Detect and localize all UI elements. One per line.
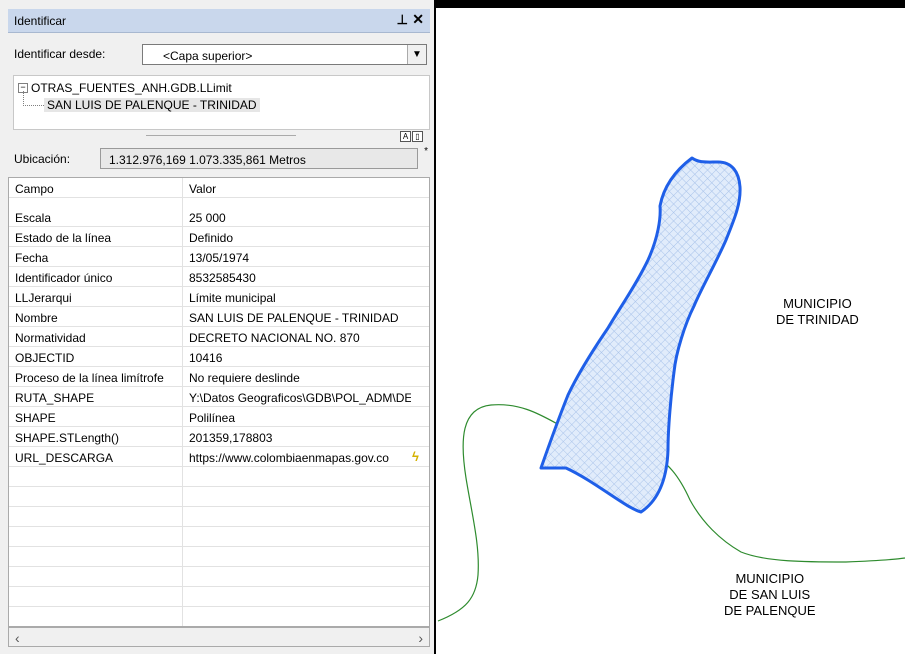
field-name: RUTA_SHAPE xyxy=(15,391,95,405)
label-san-luis: MUNICIPIO DE SAN LUIS DE PALENQUE xyxy=(724,571,816,619)
identify-from-label: Identificar desde: xyxy=(14,47,106,61)
chevron-down-icon[interactable]: ▼ xyxy=(407,45,426,64)
field-value: 25 000 xyxy=(189,211,226,225)
field-value: https://www.colombiaenmapas.gov.co xyxy=(189,451,389,465)
field-value: DECRETO NACIONAL NO. 870 xyxy=(189,331,360,345)
field-value: 201359,178803 xyxy=(189,431,273,445)
table-row[interactable]: Identificador único 8532585430 xyxy=(9,267,429,287)
table-row[interactable]: Proceso de la línea limítrofe No requiere… xyxy=(9,367,429,387)
table-row[interactable]: LLJerarqui Límite municipal xyxy=(9,287,429,307)
tree-node-layer[interactable]: − OTRAS_FUENTES_ANH.GDB.LLimit xyxy=(18,81,232,95)
field-name: Identificador único xyxy=(15,271,113,285)
field-name: Nombre xyxy=(15,311,58,325)
empty-row xyxy=(9,587,429,607)
label-line: MUNICIPIO xyxy=(783,296,852,311)
field-name: Estado de la línea xyxy=(15,231,112,245)
field-name: SHAPE xyxy=(15,411,56,425)
results-tree: − OTRAS_FUENTES_ANH.GDB.LLimit SAN LUIS … xyxy=(13,75,430,130)
label-line: DE PALENQUE xyxy=(724,603,816,618)
field-value: 13/05/1974 xyxy=(189,251,250,265)
field-value: Definido xyxy=(189,231,234,245)
field-value: Y:\Datos Geograficos\GDB\POL_ADM\DES xyxy=(189,391,411,405)
empty-row xyxy=(9,547,429,567)
label-line: DE TRINIDAD xyxy=(776,312,859,327)
header-campo: Campo xyxy=(15,182,54,196)
field-name: LLJerarqui xyxy=(15,291,72,305)
field-value: No requiere deslinde xyxy=(189,371,300,385)
header-valor: Valor xyxy=(189,182,217,196)
field-value: 10416 xyxy=(189,351,223,365)
empty-row xyxy=(9,487,429,507)
field-name: Proceso de la línea limítrofe xyxy=(15,371,164,385)
location-value: 1.312.976,169 1.073.335,861 Metros xyxy=(100,148,418,169)
identify-from-value: <Capa superior> xyxy=(163,49,253,63)
field-value: SAN LUIS DE PALENQUE - TRINIDAD xyxy=(189,311,399,325)
field-value: 8532585430 xyxy=(189,271,256,285)
label-line: DE SAN LUIS xyxy=(729,587,811,602)
table-row[interactable]: Fecha 13/05/1974 xyxy=(9,247,429,267)
municipality-polygon[interactable] xyxy=(539,156,742,514)
attribute-table: Campo Valor Escala 25 000 Estado de la lí… xyxy=(8,177,430,627)
scroll-left-icon[interactable]: ‹ xyxy=(15,630,20,646)
table-row[interactable]: Normatividad DECRETO NACIONAL NO. 870 xyxy=(9,327,429,347)
field-name: Escala xyxy=(15,211,52,225)
splitter-grip xyxy=(146,135,296,136)
field-name: Fecha xyxy=(15,251,49,265)
table-row[interactable]: Estado de la línea Definido xyxy=(9,227,429,247)
field-value: Polilínea xyxy=(189,411,236,425)
table-row[interactable]: SHAPE.STLength() 201359,178803 xyxy=(9,427,429,447)
table-header: Campo Valor xyxy=(9,178,429,198)
map-top-border xyxy=(436,0,905,8)
table-row[interactable]: URL_DESCARGA https://www.colombiaenmapas.… xyxy=(9,447,429,467)
horizontal-scrollbar[interactable]: ‹ › xyxy=(8,627,430,647)
label-trinidad: MUNICIPIO DE TRINIDAD xyxy=(776,296,859,328)
tree-layer-label: OTRAS_FUENTES_ANH.GDB.LLimit xyxy=(31,81,232,95)
layout-toggle-icon[interactable]: ▯ xyxy=(412,131,423,142)
field-name: Normatividad xyxy=(15,331,86,345)
municipal-boundary-line[interactable] xyxy=(437,404,905,622)
panel-title: Identificar xyxy=(14,14,67,28)
close-icon[interactable]: ✕ xyxy=(412,11,424,28)
empty-row xyxy=(9,607,429,626)
table-row[interactable]: RUTA_SHAPE Y:\Datos Geograficos\GDB\POL_A… xyxy=(9,387,429,407)
tree-connector xyxy=(23,91,44,106)
table-row[interactable]: SHAPE Polilínea xyxy=(9,407,429,427)
table-row[interactable]: Nombre SAN LUIS DE PALENQUE - TRINIDAD xyxy=(9,307,429,327)
sort-alpha-icon[interactable]: A xyxy=(400,131,411,142)
identify-from-select[interactable]: <Capa superior> ▼ xyxy=(142,44,427,65)
hyperlink-bolt-icon[interactable]: ϟ xyxy=(412,449,419,464)
pane-splitter[interactable]: A ▯ xyxy=(8,130,430,144)
table-row[interactable]: Escala 25 000 xyxy=(9,207,429,227)
field-name: OBJECTID xyxy=(15,351,75,365)
identify-from-row: Identificar desde: <Capa superior> ▼ xyxy=(8,44,430,70)
label-line: MUNICIPIO xyxy=(735,571,805,586)
tree-node-feature[interactable]: SAN LUIS DE PALENQUE - TRINIDAD xyxy=(44,98,260,112)
empty-row xyxy=(9,467,429,487)
panel-titlebar: Identificar ⊥ ✕ xyxy=(8,9,430,33)
field-value: Límite municipal xyxy=(189,291,276,305)
scroll-right-icon[interactable]: › xyxy=(418,630,423,646)
identify-panel: Identificar ⊥ ✕ Identificar desde: <Capa… xyxy=(0,0,436,654)
table-row[interactable]: OBJECTID 10416 xyxy=(9,347,429,367)
empty-row xyxy=(9,507,429,527)
map-view[interactable]: MUNICIPIO DE TRINIDAD MUNICIPIO DE SAN L… xyxy=(436,0,905,654)
field-name: URL_DESCARGA xyxy=(15,451,114,465)
empty-row xyxy=(9,567,429,587)
location-options-icon[interactable]: * xyxy=(424,146,428,157)
location-label: Ubicación: xyxy=(14,152,71,166)
location-row: Ubicación: 1.312.976,169 1.073.335,861 M… xyxy=(8,146,430,173)
empty-row xyxy=(9,527,429,547)
pin-icon[interactable]: ⊥ xyxy=(397,12,408,28)
field-name: SHAPE.STLength() xyxy=(15,431,120,445)
